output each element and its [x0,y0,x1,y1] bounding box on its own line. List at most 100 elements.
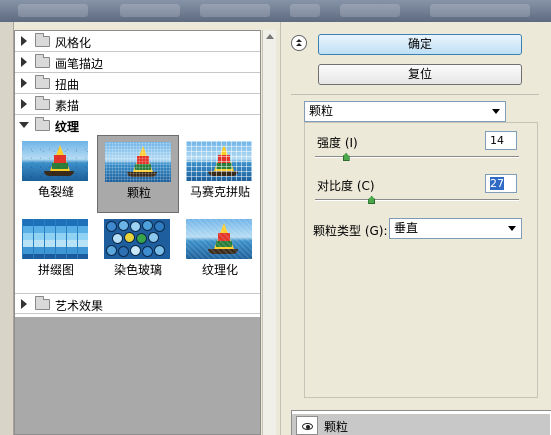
filter-thumb-patchwork[interactable]: 拼缀图 [15,213,97,291]
tile-row [22,219,88,226]
tile-row [22,254,88,259]
separator [291,94,539,95]
category-label: 纹理 [55,120,80,134]
panel-edge [0,22,14,435]
category-label: 素描 [55,99,80,113]
filter-thumb-grain[interactable]: 颗粒 [97,135,179,213]
filter-label: 染色玻璃 [113,263,162,277]
effect-layers-list: 颗粒 [291,410,551,435]
category-sketch[interactable]: 素描 [15,94,260,115]
thumbnail-image [186,141,252,181]
glass-cell [142,246,153,257]
top-toolbar [0,0,551,22]
filter-select-value: 颗粒 [309,104,334,118]
filter-select[interactable]: 颗粒 [304,101,506,122]
triangle-right-icon[interactable] [21,57,27,67]
toolbar-blur-item [200,4,270,17]
glass-cell [106,245,117,256]
triangle-right-icon[interactable] [21,36,27,46]
category-texture[interactable]: 纹理 [15,115,260,136]
glass-cell [112,233,123,244]
tile-row [22,247,88,254]
ok-button[interactable]: 确定 [318,34,522,55]
filter-options-group [304,122,538,398]
glass-cell [142,220,153,231]
filter-thumb-stained-glass[interactable]: 染色玻璃 [97,213,179,291]
tree-empty-area [15,317,260,434]
intensity-input[interactable]: 14 [485,131,517,150]
thumbnail-image [186,219,252,259]
glass-cell [130,221,141,232]
thumbnail-image [22,219,88,259]
grain-type-select[interactable]: 垂直 [389,218,522,239]
visibility-toggle[interactable] [296,416,318,435]
thumbnail-image [22,141,88,181]
glass-cell [130,245,141,256]
category-label: 艺术效果 [55,299,104,313]
triangle-down-icon[interactable] [19,122,29,128]
toolbar-blur-item [120,4,180,17]
category-stylize[interactable]: 风格化 [15,31,260,52]
folder-icon [35,296,50,310]
folder-icon [35,117,50,131]
scroll-up-arrow-icon[interactable] [266,34,274,39]
filter-label: 马赛克拼贴 [189,185,250,199]
glass-cell [118,220,129,231]
triangle-right-icon[interactable] [21,99,27,109]
category-brush-strokes[interactable]: 画笔描边 [15,52,260,73]
grain-overlay [105,142,171,182]
category-distort[interactable]: 扭曲 [15,73,260,94]
effect-layer-label: 颗粒 [324,420,349,434]
category-artistic[interactable]: 艺术效果 [15,293,260,314]
folder-icon [35,75,50,89]
toolbar-blur-item [430,4,530,17]
tile-row [22,240,88,247]
contrast-value: 27 [490,177,504,190]
eye-icon [302,423,313,430]
category-label: 风格化 [55,36,92,50]
thumbnail-image [104,219,170,259]
glass-cell [118,246,129,257]
glass-cell [154,245,165,256]
filter-browser-panel: 风格化 画笔描边 扭曲 素描 纹理 龟裂缝 颗粒 马赛克拼贴 拼缀图 染色玻璃 … [0,22,280,435]
tile-row [22,233,88,240]
double-chevron-up-icon[interactable] [291,35,307,51]
tile-row [22,226,88,233]
contrast-slider-track[interactable] [315,199,519,201]
crack-overlay [22,141,88,181]
glass-cell [148,232,159,243]
filter-thumb-craquelure[interactable]: 龟裂缝 [15,135,97,213]
toolbar-blur-item [18,4,88,17]
triangle-right-icon[interactable] [21,78,27,88]
contrast-input[interactable]: 27 [485,174,517,193]
intensity-label: 强度 (I) [317,136,358,150]
glass-cell [136,233,147,244]
effect-layer-row[interactable]: 颗粒 [292,414,550,435]
folder-icon [35,96,50,110]
category-label: 扭曲 [55,78,80,92]
filter-thumb-texturizer[interactable]: 纹理化 [179,213,260,291]
toolbar-blur-item [290,4,320,17]
thumbnail-image [105,142,171,182]
reset-button[interactable]: 复位 [318,64,522,85]
filter-label: 拼缀图 [37,263,74,277]
toolbar-blur-item [340,4,400,17]
grain-type-label: 颗粒类型 (G): [313,224,388,238]
glass-cell [154,221,165,232]
panel-divider [280,22,281,435]
texture-overlay [186,219,252,259]
filter-label: 龟裂缝 [37,185,74,199]
chevron-down-icon [508,226,516,231]
filter-label: 颗粒 [126,186,151,200]
mosaic-overlay [186,141,252,181]
filter-thumb-mosaic-tiles[interactable]: 马赛克拼贴 [179,135,260,213]
category-label: 画笔描边 [55,57,104,71]
grain-type-value: 垂直 [394,221,419,235]
folder-icon [35,54,50,68]
glass-cell [106,221,117,232]
chevron-down-icon [492,109,500,114]
glass-cell [124,232,135,243]
triangle-right-icon[interactable] [21,299,27,309]
filter-label: 纹理化 [201,263,238,277]
tree-scrollbar[interactable] [262,30,276,435]
